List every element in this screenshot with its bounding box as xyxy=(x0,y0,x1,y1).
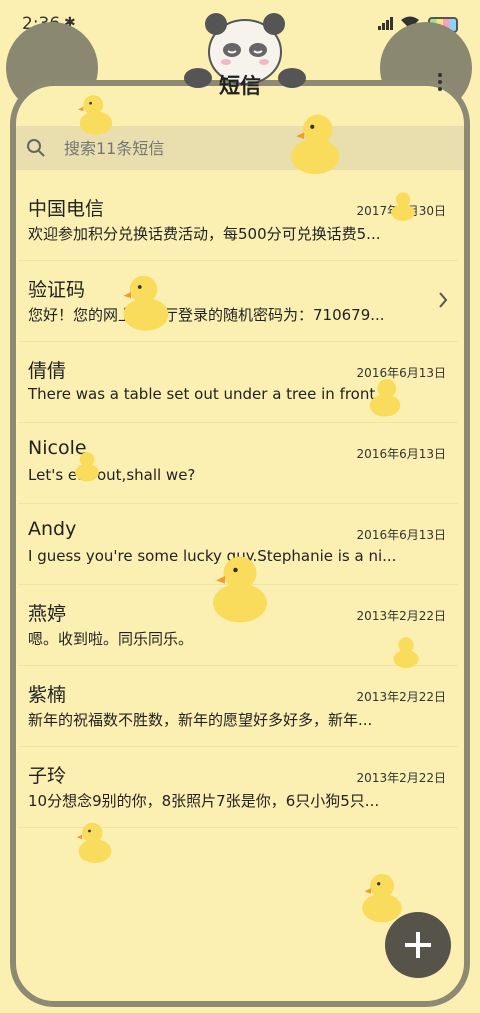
message-preview: 您好！您的网上营业厅登录的随机密码为：710679... xyxy=(28,306,385,324)
message-date: 2013年2月22日 xyxy=(356,771,446,785)
duck-decoration-icon xyxy=(369,379,401,417)
duck-decoration-icon xyxy=(362,873,402,923)
search-input[interactable] xyxy=(62,138,446,159)
signal-icon xyxy=(378,17,393,30)
duck-decoration-icon xyxy=(213,556,267,623)
chevron-right-icon xyxy=(439,292,448,308)
list-item[interactable]: 验证码 您好！您的网上营业厅登录的随机密码为：710679... xyxy=(18,261,458,342)
new-message-button[interactable] xyxy=(385,912,451,978)
message-preview: 欢迎参加积分兑换话费活动，每500分可兑换话费5... xyxy=(28,225,381,243)
message-preview: 新年的祝福数不胜数，新年的愿望好多好多，新年... xyxy=(28,711,373,729)
message-date: 2013年2月22日 xyxy=(356,690,446,704)
message-date: 2016年6月13日 xyxy=(356,528,446,542)
duck-decoration-icon xyxy=(123,275,169,331)
duck-decoration-icon xyxy=(78,95,113,135)
sender-name: 验证码 xyxy=(28,279,86,301)
list-item[interactable]: 紫楠 2013年2月22日 新年的祝福数不胜数，新年的愿望好多好多，新年... xyxy=(18,666,458,747)
more-vert-icon[interactable] xyxy=(430,70,450,98)
message-date: 2016年6月13日 xyxy=(356,447,446,461)
page-title: 短信 xyxy=(219,74,261,98)
duck-decoration-icon xyxy=(290,114,340,175)
sender-name: 燕婷 xyxy=(28,603,67,625)
sender-name: 子玲 xyxy=(28,765,67,787)
message-preview: 10分想念9别的你，8张照片7张是你，6只小狗5只... xyxy=(28,792,380,810)
duck-decoration-icon xyxy=(391,192,415,221)
duck-decoration-icon xyxy=(76,822,112,864)
sender-name: 倩倩 xyxy=(28,360,67,382)
message-list: 中国电信 2017年6月30日 欢迎参加积分兑换话费活动，每500分可兑换话费5… xyxy=(18,180,458,828)
sender-name: 中国电信 xyxy=(28,198,105,220)
message-preview: There was a table set out under a tree i… xyxy=(28,385,398,403)
list-item[interactable]: 子玲 2013年2月22日 10分想念9别的你，8张照片7张是你，6只小狗5只.… xyxy=(18,747,458,828)
sender-name: Andy xyxy=(28,518,77,540)
search-icon xyxy=(27,139,45,157)
message-preview: 嗯。收到啦。同乐同乐。 xyxy=(28,630,194,648)
message-date: 2013年2月22日 xyxy=(356,609,446,623)
duck-decoration-icon xyxy=(75,452,99,482)
duck-decoration-icon xyxy=(393,637,419,669)
sender-name: 紫楠 xyxy=(28,684,67,706)
